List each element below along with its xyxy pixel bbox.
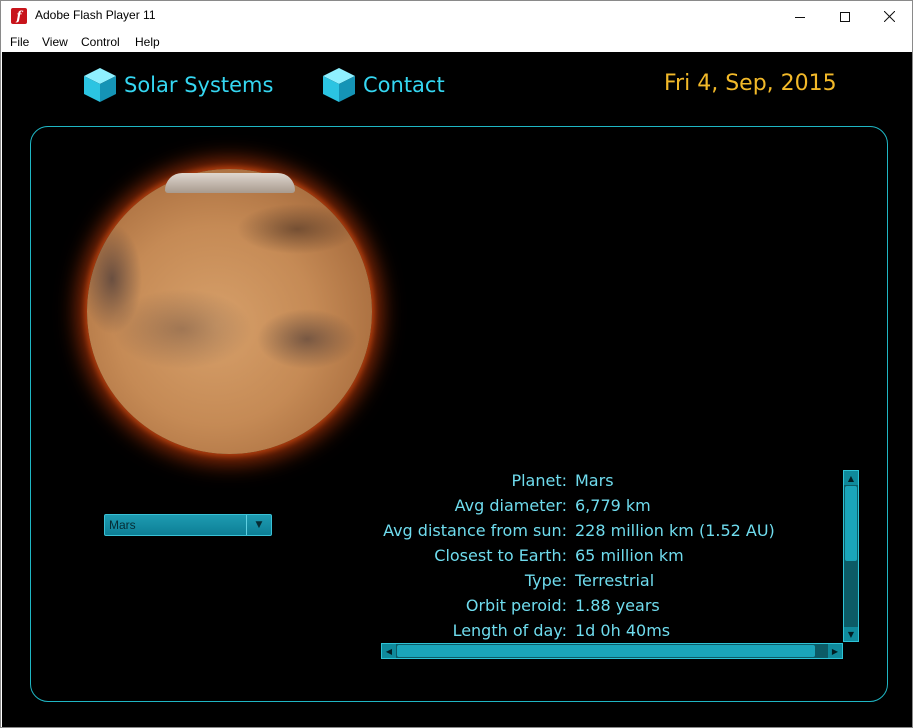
title-bar[interactable]: f Adobe Flash Player 11 [1, 1, 912, 32]
horizontal-scroll-thumb[interactable] [397, 645, 815, 657]
minimize-icon [794, 16, 805, 18]
info-value: 1d 0h 40ms [575, 621, 671, 640]
info-row-diameter: Avg diameter: 6,779 km [380, 496, 840, 521]
nav-solar-systems[interactable]: Solar Systems [80, 65, 273, 105]
info-row-distance: Avg distance from sun: 228 million km (1… [380, 521, 840, 546]
minimize-button[interactable] [777, 1, 822, 32]
info-value: Mars [575, 471, 614, 490]
planet-select-value: Mars [109, 518, 136, 532]
polar-cap [165, 173, 295, 193]
chevron-down-icon[interactable]: ▼ [246, 515, 271, 535]
info-value: 6,779 km [575, 496, 651, 515]
menu-control[interactable]: Control [81, 35, 120, 49]
menu-bar: File View Control Help [1, 32, 912, 52]
nav-solar-systems-label: Solar Systems [124, 73, 274, 97]
scroll-up-icon[interactable]: ▲ [844, 471, 858, 485]
flash-player-window: f Adobe Flash Player 11 File View Contro… [0, 0, 913, 728]
info-value: Terrestrial [575, 571, 655, 590]
cube-icon [84, 68, 116, 102]
menu-help[interactable]: Help [135, 35, 160, 49]
info-label: Planet: [511, 471, 567, 490]
cube-icon [323, 68, 355, 102]
planet-select[interactable]: Mars ▼ [104, 514, 272, 536]
info-row-closest: Closest to Earth: 65 million km [380, 546, 840, 571]
scroll-left-icon[interactable]: ◀ [382, 644, 396, 658]
maximize-icon [839, 11, 850, 22]
nav-contact[interactable]: Contact [319, 65, 445, 105]
info-label: Length of day: [452, 621, 567, 640]
info-value: 65 million km [575, 546, 684, 565]
scroll-right-icon[interactable]: ▶ [828, 644, 842, 658]
close-icon [884, 11, 895, 22]
info-row-planet: Planet: Mars [380, 471, 840, 496]
info-label: Avg distance from sun: [383, 521, 567, 540]
info-label: Closest to Earth: [434, 546, 567, 565]
info-row-type: Type: Terrestrial [380, 571, 840, 596]
info-label: Avg diameter: [454, 496, 567, 515]
flash-icon: f [11, 8, 27, 24]
close-button[interactable] [867, 1, 912, 32]
info-value: 228 million km (1.52 AU) [575, 521, 775, 540]
flash-stage: Solar Systems Contact Fri 4, Sep, 2015 M… [2, 52, 912, 727]
vertical-scrollbar[interactable]: ▲ ▼ [843, 470, 859, 642]
maximize-button[interactable] [822, 1, 867, 32]
menu-view[interactable]: View [42, 35, 68, 49]
scroll-down-icon[interactable]: ▼ [844, 627, 858, 641]
planet-info-list: Planet: Mars Avg diameter: 6,779 km Avg … [380, 469, 843, 644]
info-label: Type: [524, 571, 567, 590]
horizontal-scrollbar[interactable]: ◀ ▶ [381, 643, 843, 659]
window-title: Adobe Flash Player 11 [35, 8, 156, 22]
info-row-day: Length of day: 1d 0h 40ms [380, 621, 840, 644]
planet-image [87, 169, 372, 454]
info-value: 1.88 years [575, 596, 660, 615]
menu-file[interactable]: File [10, 35, 29, 49]
vertical-scroll-thumb[interactable] [845, 486, 857, 561]
nav-contact-label: Contact [363, 73, 445, 97]
info-label: Orbit peroid: [465, 596, 567, 615]
current-date: Fri 4, Sep, 2015 [664, 71, 837, 96]
info-row-orbit: Orbit peroid: 1.88 years [380, 596, 840, 621]
